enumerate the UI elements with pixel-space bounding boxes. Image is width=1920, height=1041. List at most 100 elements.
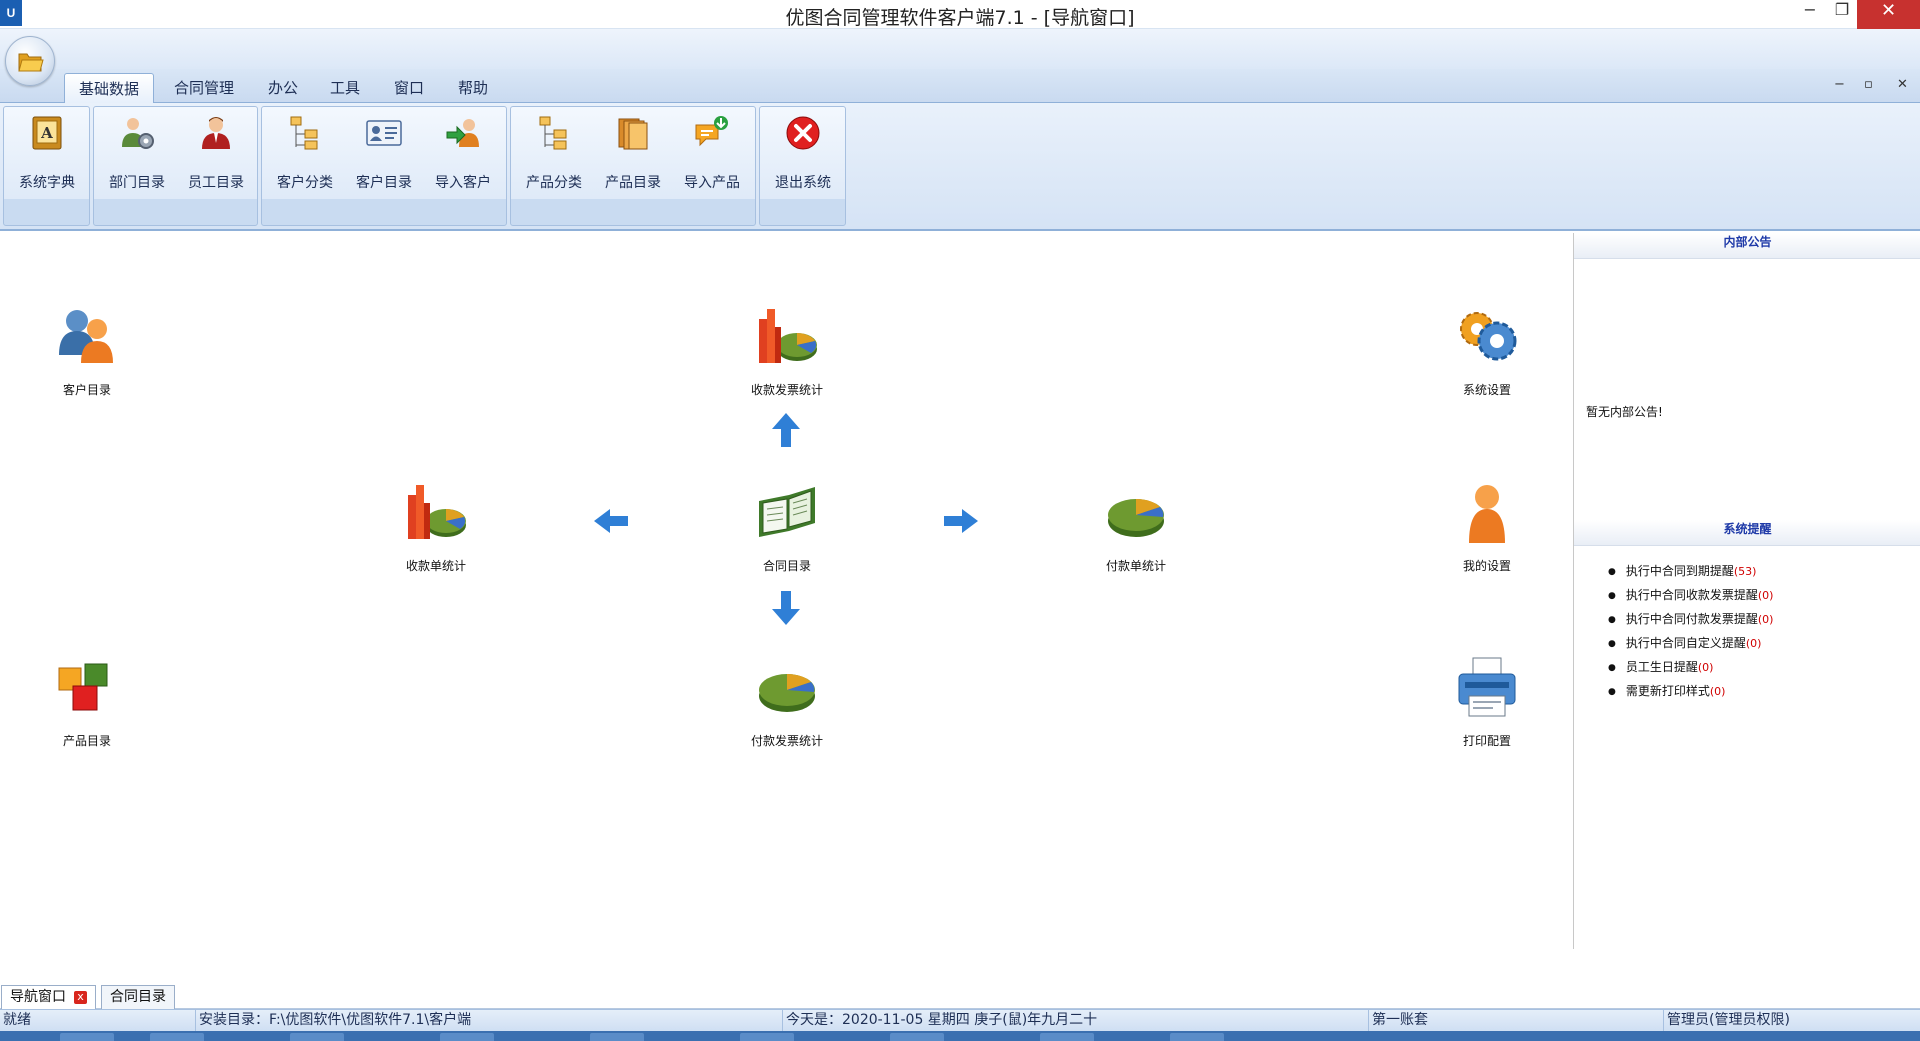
taskbar-item[interactable] bbox=[890, 1033, 944, 1041]
ribbon-group-product: 产品分类 产品目录 导入产品 bbox=[510, 106, 756, 226]
nav-label: 打印配置 bbox=[1462, 734, 1511, 748]
printer-icon bbox=[1458, 657, 1516, 717]
title-bar: U 优图合同管理软件客户端7.1 - [导航窗口] − ❐ ✕ bbox=[0, 0, 1920, 29]
window-title: 优图合同管理软件客户端7.1 - [导航窗口] bbox=[785, 7, 1135, 29]
ribbon-button-label: 员工目录 bbox=[188, 175, 244, 191]
reminder-birthday[interactable]: 员工生日提醒(0) bbox=[1608, 655, 1773, 679]
ribbon-button-label: 部门目录 bbox=[109, 175, 165, 191]
status-state: 就绪 bbox=[0, 1010, 196, 1032]
nav-label: 产品目录 bbox=[62, 734, 111, 748]
ribbon-tab-row: 基础数据 合同管理 办公 工具 窗口 帮助 − ▫ ✕ bbox=[0, 69, 1920, 103]
reminder-print-style[interactable]: 需更新打印样式(0) bbox=[1608, 679, 1773, 703]
doc-tab-contract-directory[interactable]: 合同目录 bbox=[101, 985, 175, 1009]
close-icon[interactable]: x bbox=[74, 990, 87, 1004]
taskbar-item[interactable] bbox=[150, 1033, 204, 1041]
nav-receipt-stats[interactable]: 收款单统计 bbox=[376, 481, 496, 574]
taskbar-item[interactable] bbox=[590, 1033, 644, 1041]
notice-text: 暂无内部公告! bbox=[1586, 405, 1663, 419]
nav-label: 合同目录 bbox=[762, 559, 811, 573]
nav-receipt-invoice-stats[interactable]: 收款发票统计 bbox=[727, 305, 847, 398]
mdi-minimize-button[interactable]: − bbox=[1834, 77, 1845, 92]
reminder-count: (0) bbox=[1757, 613, 1774, 626]
import-user-icon bbox=[446, 119, 479, 147]
product-directory-button[interactable]: 产品目录 bbox=[594, 115, 672, 195]
ribbon-button-label: 产品分类 bbox=[526, 175, 582, 191]
reminder-count: (0) bbox=[1709, 685, 1726, 698]
ribbon-button-label: 系统字典 bbox=[19, 175, 75, 191]
nav-label: 客户目录 bbox=[62, 383, 111, 397]
quick-access-bar bbox=[0, 29, 1920, 69]
ribbon-button-label: 导入客户 bbox=[435, 175, 491, 191]
department-directory-button[interactable]: 部门目录 bbox=[98, 115, 176, 195]
app-menu-button[interactable] bbox=[5, 36, 55, 86]
nav-customer-directory[interactable]: 客户目录 bbox=[27, 305, 147, 398]
taskbar-item[interactable] bbox=[740, 1033, 794, 1041]
os-taskbar bbox=[0, 1031, 1920, 1041]
exit-icon bbox=[786, 116, 820, 150]
ribbon-group-customer: 客户分类 客户目录 导入客户 bbox=[261, 106, 507, 226]
tab-contract-management[interactable]: 合同管理 bbox=[164, 73, 244, 103]
pie-chart-icon bbox=[1108, 499, 1164, 537]
reminder-custom[interactable]: 执行中合同自定义提醒(0) bbox=[1608, 631, 1773, 655]
ribbon-button-label: 产品目录 bbox=[605, 175, 661, 191]
contract-book-icon bbox=[759, 487, 815, 537]
bar-pie-chart-icon bbox=[408, 485, 466, 539]
svg-text:A: A bbox=[40, 124, 53, 142]
mdi-close-button[interactable]: ✕ bbox=[1897, 77, 1908, 92]
document-tab-bar: 导航窗口 x 合同目录 bbox=[0, 983, 1920, 1009]
customers-icon bbox=[59, 310, 113, 363]
nav-payment-invoice-stats[interactable]: 付款发票统计 bbox=[727, 656, 847, 749]
right-info-panel: 内部公告 暂无内部公告! 系统提醒 执行中合同到期提醒(53) 执行中合同收款发… bbox=[1573, 233, 1920, 949]
system-dictionary-button[interactable]: A 系统字典 bbox=[8, 115, 86, 195]
reminder-panel-title: 系统提醒 bbox=[1574, 520, 1920, 546]
nav-system-settings[interactable]: 系统设置 bbox=[1427, 305, 1547, 398]
doc-tab-navigation[interactable]: 导航窗口 x bbox=[1, 985, 96, 1009]
nav-label: 付款发票统计 bbox=[750, 734, 823, 748]
mdi-restore-button[interactable]: ▫ bbox=[1864, 77, 1873, 92]
employee-directory-button[interactable]: 员工目录 bbox=[177, 115, 255, 195]
taskbar-item[interactable] bbox=[290, 1033, 344, 1041]
customer-directory-button[interactable]: 客户目录 bbox=[345, 115, 423, 195]
exit-system-button[interactable]: 退出系统 bbox=[764, 115, 842, 195]
ribbon-button-label: 退出系统 bbox=[775, 175, 831, 191]
nav-contract-directory[interactable]: 合同目录 bbox=[727, 481, 847, 574]
customer-category-button[interactable]: 客户分类 bbox=[266, 115, 344, 195]
tab-office[interactable]: 办公 bbox=[258, 73, 308, 103]
gears-icon bbox=[1460, 312, 1517, 361]
nav-label: 收款发票统计 bbox=[750, 383, 823, 397]
taskbar-item[interactable] bbox=[1170, 1033, 1224, 1041]
import-customer-button[interactable]: 导入客户 bbox=[424, 115, 502, 195]
nav-product-directory[interactable]: 产品目录 bbox=[27, 656, 147, 749]
dictionary-icon: A bbox=[32, 116, 62, 150]
taskbar-item[interactable] bbox=[440, 1033, 494, 1041]
tab-window[interactable]: 窗口 bbox=[384, 73, 434, 103]
navigation-canvas: 客户目录 收款发票统计 系统设置 收款单统计 合同目录 付款单统计 我的设置 产… bbox=[0, 233, 1573, 949]
status-install-dir: 安装目录：F:\优图软件\优图软件7.1\客户端 bbox=[196, 1010, 783, 1032]
tab-tools[interactable]: 工具 bbox=[320, 73, 370, 103]
taskbar-item[interactable] bbox=[60, 1033, 114, 1041]
status-account: 第一账套 bbox=[1369, 1010, 1664, 1032]
maximize-button[interactable]: ❐ bbox=[1822, 0, 1862, 29]
reminder-count: (0) bbox=[1745, 637, 1762, 650]
reminder-list: 执行中合同到期提醒(53) 执行中合同收款发票提醒(0) 执行中合同付款发票提醒… bbox=[1608, 559, 1774, 703]
tab-basic-data[interactable]: 基础数据 bbox=[64, 73, 154, 103]
reminder-payment-invoice[interactable]: 执行中合同付款发票提醒(0) bbox=[1608, 607, 1774, 631]
tree-icon bbox=[539, 116, 567, 150]
ribbon-button-label: 客户分类 bbox=[277, 175, 333, 191]
department-icon bbox=[122, 118, 154, 149]
import-product-button[interactable]: 导入产品 bbox=[673, 115, 751, 195]
nav-print-config[interactable]: 打印配置 bbox=[1427, 656, 1547, 749]
ribbon-group-exit: 退出系统 bbox=[759, 106, 846, 226]
tab-help[interactable]: 帮助 bbox=[448, 73, 498, 103]
card-icon bbox=[366, 120, 402, 146]
reminder-count: (0) bbox=[1757, 589, 1774, 602]
nav-my-settings[interactable]: 我的设置 bbox=[1427, 481, 1547, 574]
close-button[interactable]: ✕ bbox=[1857, 0, 1920, 29]
reminder-contract-expiry[interactable]: 执行中合同到期提醒(53) bbox=[1608, 559, 1773, 583]
taskbar-item[interactable] bbox=[1040, 1033, 1094, 1041]
nav-payment-stats[interactable]: 付款单统计 bbox=[1076, 481, 1196, 574]
reminder-receipt-invoice[interactable]: 执行中合同收款发票提醒(0) bbox=[1608, 583, 1774, 607]
ribbon-group-system: A 系统字典 bbox=[3, 106, 90, 226]
product-category-button[interactable]: 产品分类 bbox=[515, 115, 593, 195]
bar-pie-chart-icon bbox=[759, 309, 817, 363]
